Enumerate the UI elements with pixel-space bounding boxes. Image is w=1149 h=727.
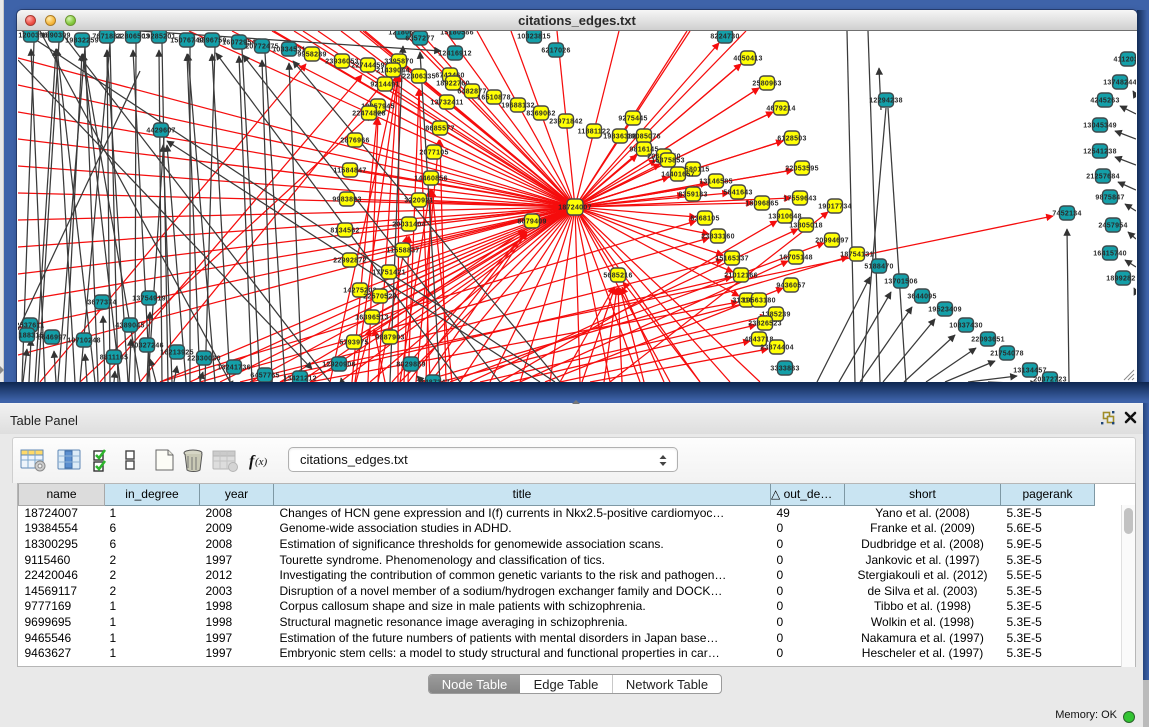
svg-text:18096865: 18096865	[745, 201, 779, 208]
svg-text:4679214: 4679214	[766, 106, 795, 113]
svg-text:15165337: 15165337	[715, 256, 749, 263]
svg-text:4112034: 4112034	[1114, 57, 1136, 64]
svg-text:4389045: 4389045	[115, 323, 144, 330]
svg-text:18992829: 18992829	[1106, 276, 1136, 283]
svg-text:22306335: 22306335	[402, 74, 436, 81]
svg-text:4050413: 4050413	[733, 56, 762, 63]
svg-text:19563180: 19563180	[742, 298, 776, 305]
svg-text:15180586: 15180586	[440, 31, 474, 37]
svg-text:13805018: 13805018	[789, 223, 823, 230]
svg-text:16510878: 16510878	[477, 95, 511, 102]
svg-text:13146585: 13146585	[699, 179, 733, 186]
svg-text:19085076: 19085076	[627, 134, 661, 141]
svg-text:6128503: 6128503	[777, 136, 806, 143]
svg-text:23826523: 23826523	[748, 321, 782, 328]
svg-text:6357277: 6357277	[405, 36, 434, 43]
svg-text:8369062: 8369062	[526, 111, 555, 118]
svg-text:22053595: 22053595	[785, 166, 819, 173]
svg-text:16705148: 16705148	[779, 255, 813, 262]
svg-text:21754078: 21754078	[990, 351, 1024, 358]
svg-text:3333883: 3333883	[770, 366, 799, 373]
svg-text:3677374: 3677374	[87, 300, 116, 307]
svg-text:13701506: 13701506	[884, 279, 918, 286]
svg-text:4429607: 4429607	[146, 128, 175, 135]
svg-text:22093651: 22093651	[971, 337, 1005, 344]
svg-text:23833160: 23833160	[701, 234, 735, 241]
svg-text:21012166: 21012166	[724, 273, 758, 280]
svg-text:14460856: 14460856	[414, 176, 448, 183]
svg-text:2457954: 2457954	[1098, 223, 1127, 230]
svg-text:6457765: 6457765	[250, 373, 279, 380]
svg-text:5641643: 5641643	[723, 190, 752, 197]
svg-text:18754131: 18754131	[840, 252, 874, 259]
svg-text:13910648: 13910648	[768, 214, 802, 221]
svg-text:9816145: 9816145	[629, 147, 658, 154]
svg-text:12294238: 12294238	[869, 98, 903, 105]
svg-text:10710248: 10710248	[67, 338, 101, 345]
svg-text:8685577: 8685577	[425, 126, 454, 133]
svg-text:10327246: 10327246	[130, 343, 164, 350]
svg-text:17559643: 17559643	[783, 196, 817, 203]
svg-text:5685216: 5685216	[603, 273, 632, 280]
svg-text:3220921: 3220921	[404, 198, 433, 205]
svg-text:22474828: 22474828	[352, 111, 386, 118]
svg-text:11584847: 11584847	[333, 168, 366, 175]
svg-text:13045349: 13045349	[1083, 123, 1117, 130]
svg-text:13241736: 13241736	[217, 365, 251, 372]
svg-text:13754919: 13754919	[132, 296, 166, 303]
svg-text:6368105: 6368105	[690, 216, 719, 223]
svg-text:4245263: 4245263	[1090, 98, 1119, 105]
svg-text:10323815: 10323815	[517, 34, 551, 41]
svg-text:22570529: 22570529	[363, 294, 397, 301]
svg-text:19523409: 19523409	[928, 307, 962, 314]
svg-text:14401657: 14401657	[661, 172, 695, 179]
svg-text:(x): (x)	[255, 456, 268, 468]
svg-text:5188470: 5188470	[864, 264, 893, 271]
svg-text:9983893: 9983893	[332, 197, 361, 204]
svg-text:8224730: 8224730	[710, 34, 739, 41]
svg-text:11558837: 11558837	[386, 248, 419, 255]
svg-text:12416912: 12416912	[438, 51, 472, 58]
svg-text:18724007: 18724007	[558, 205, 592, 212]
svg-text:12541238: 12541238	[1083, 149, 1117, 156]
svg-text:20031404: 20031404	[392, 222, 426, 229]
svg-text:5793975: 5793975	[339, 340, 368, 347]
svg-text:19688132: 19688132	[501, 103, 535, 110]
svg-text:9275445: 9275445	[618, 116, 647, 123]
svg-text:2580963: 2580963	[752, 81, 781, 88]
svg-text:9436057: 9436057	[776, 283, 805, 290]
svg-text:17751421: 17751421	[372, 270, 406, 277]
svg-text:22992872: 22992872	[333, 258, 367, 265]
svg-text:10837430: 10837430	[949, 323, 983, 330]
svg-text:8079409: 8079409	[517, 219, 546, 226]
svg-text:16415740: 16415740	[1093, 251, 1127, 258]
svg-text:9958289: 9958289	[297, 52, 326, 59]
svg-text:23874404: 23874404	[760, 345, 794, 352]
svg-text:12920906: 12920906	[322, 362, 356, 369]
svg-text:6217026: 6217026	[541, 48, 570, 55]
svg-text:2077105: 2077105	[419, 150, 448, 157]
svg-text:13732411: 13732411	[430, 100, 463, 107]
svg-text:9214491: 9214491	[370, 82, 399, 89]
svg-text:3644095: 3644095	[907, 294, 936, 301]
svg-text:21257684: 21257684	[1086, 174, 1120, 181]
svg-text:23971842: 23971842	[549, 119, 583, 126]
svg-text:9875847: 9875847	[1095, 195, 1124, 202]
svg-text:15375853: 15375853	[651, 158, 685, 165]
svg-text:22330030: 22330030	[187, 356, 221, 363]
svg-text:13134457: 13134457	[1013, 368, 1047, 375]
svg-text:7452134: 7452134	[1052, 211, 1081, 218]
svg-text:8811165: 8811165	[100, 355, 129, 362]
svg-text:2876966: 2876966	[340, 138, 369, 145]
svg-text:8359183: 8359183	[678, 192, 707, 199]
svg-text:8134562: 8134562	[330, 228, 359, 235]
svg-text:13748244: 13748244	[1103, 80, 1136, 87]
svg-text:16396513: 16396513	[355, 315, 389, 322]
svg-text:19017734: 19017734	[818, 204, 852, 211]
svg-text:8646997: 8646997	[37, 335, 66, 342]
svg-text:8029889: 8029889	[396, 362, 425, 369]
svg-text:20994697: 20994697	[815, 238, 849, 245]
svg-text:9887903: 9887903	[375, 335, 404, 342]
